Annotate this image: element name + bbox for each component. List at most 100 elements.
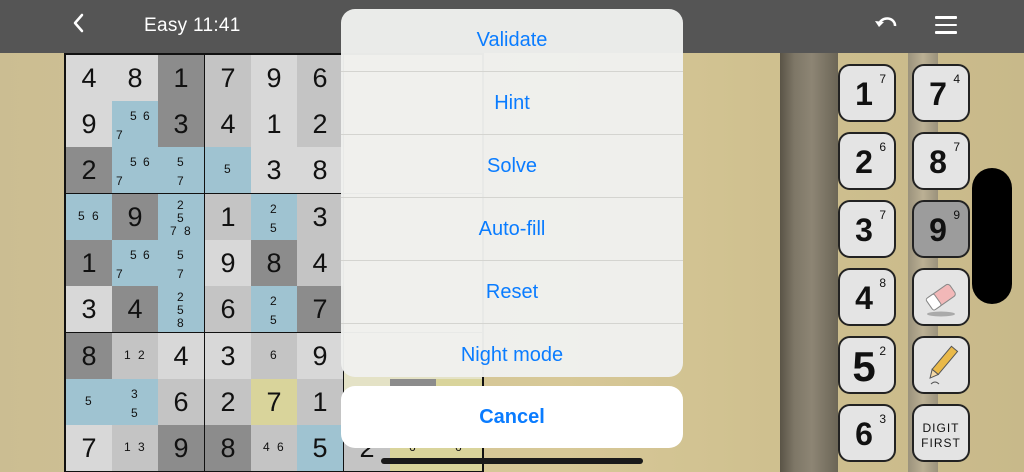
cell-value: 7 [266,387,282,417]
digit-remaining-count: 2 [879,344,886,358]
sudoku-cell[interactable]: 9 [158,425,204,471]
sudoku-cell[interactable]: 1 [251,101,297,147]
menu-item-solve[interactable]: Solve [341,135,683,198]
sudoku-cell[interactable]: 3 [297,194,343,240]
action-sheet: Validate Hint Solve Auto-fill Reset Night mod… [341,9,683,377]
pencil-mark: 5 [131,406,138,420]
digit-button-9[interactable]: 99 [912,200,970,258]
digit-button-4[interactable]: 48 [838,268,896,326]
digit-button-8[interactable]: 87 [912,132,970,190]
sudoku-cell[interactable]: 8 [205,425,251,471]
sudoku-cell[interactable]: 4 [66,55,112,101]
menu-item-validate[interactable]: Validate [341,9,683,72]
sudoku-cell[interactable]: 7 [251,379,297,425]
sudoku-cell[interactable]: 2 [205,379,251,425]
sudoku-cell[interactable]: 13 [112,425,158,471]
sudoku-cell[interactable]: 6 [251,333,297,379]
sudoku-cell[interactable]: 1 [158,55,204,101]
cancel-button[interactable]: Cancel [341,386,683,448]
sudoku-cell[interactable]: 56 [66,194,112,240]
cell-value: 8 [266,248,282,278]
digit-first-label: DIGIT FIRST [921,421,961,450]
sudoku-cell[interactable]: 7 [205,55,251,101]
digit-button-6[interactable]: 63 [838,404,896,462]
sudoku-cell[interactable]: 1 [297,379,343,425]
cell-value: 3 [220,341,236,371]
cell-value: 8 [312,155,328,185]
menu-item-auto-fill[interactable]: Auto-fill [341,198,683,261]
cell-value: 9 [266,63,282,93]
eraser-button[interactable] [912,268,970,326]
sudoku-cell[interactable]: 8 [112,55,158,101]
sudoku-cell[interactable]: 56 7 [112,147,158,193]
sudoku-cell[interactable]: 4 [112,286,158,332]
sudoku-cell[interactable]: 3 [158,101,204,147]
sudoku-cell[interactable]: 25 [251,194,297,240]
sudoku-cell[interactable]: 4 [158,333,204,379]
sudoku-cell[interactable]: 1 [205,194,251,240]
undo-button[interactable] [874,12,900,38]
sudoku-cell[interactable]: 9 [66,101,112,147]
sudoku-cell[interactable]: 5 [66,379,112,425]
digit-first-button[interactable]: DIGIT FIRST [912,404,970,462]
sudoku-cell[interactable]: 35 [112,379,158,425]
sudoku-cell[interactable]: 1 [66,240,112,286]
sudoku-cell[interactable]: 8 [66,333,112,379]
sudoku-cell[interactable]: 5 [205,147,251,193]
sudoku-cell[interactable]: 7 [66,425,112,471]
sudoku-cell[interactable]: 9 [297,333,343,379]
sudoku-cell[interactable]: 25 [251,286,297,332]
sudoku-cell[interactable]: 2 [297,101,343,147]
menu-item-night-mode[interactable]: Night mode [341,324,683,377]
cell-value: 4 [127,294,143,324]
sudoku-cell[interactable]: 56 7 [112,240,158,286]
pencil-mark: 2 [270,294,277,308]
menu-item-hint[interactable]: Hint [341,72,683,135]
digit-remaining-count: 4 [953,72,960,86]
sudoku-cell[interactable]: 9 [112,194,158,240]
sudoku-cell[interactable]: 3 [66,286,112,332]
sudoku-cell[interactable]: 4 [205,101,251,147]
sudoku-cell[interactable]: 8 [251,240,297,286]
sudoku-cell[interactable]: 6 [158,379,204,425]
sudoku-cell[interactable]: 258 [158,286,204,332]
pencil-mark: 6 [143,155,150,169]
digit-button-5[interactable]: 52 [838,336,896,394]
sudoku-cell[interactable]: 7 [297,286,343,332]
pencil-mark: 4 [263,440,270,454]
sudoku-cell[interactable]: 12 [112,333,158,379]
back-button[interactable] [70,11,86,41]
digit-button-7[interactable]: 74 [912,64,970,122]
pencil-mark: 6 [270,348,277,362]
digit-button-2[interactable]: 26 [838,132,896,190]
sudoku-cell[interactable]: 8 [297,147,343,193]
sudoku-cell[interactable]: 6 [205,286,251,332]
digit-button-1[interactable]: 17 [838,64,896,122]
sudoku-cell[interactable]: 9 [251,55,297,101]
digit-remaining-count: 7 [879,208,886,222]
cell-value: 9 [220,248,236,278]
sudoku-cell[interactable]: 46 [251,425,297,471]
sudoku-cell[interactable]: 4 [297,240,343,286]
pencil-mode-button[interactable] [912,336,970,394]
menu-button[interactable] [935,16,957,34]
sudoku-cell[interactable]: 2578 [158,194,204,240]
undo-icon [875,17,897,27]
cell-value: 6 [173,387,189,417]
pencil-mark: 3 [138,440,145,454]
sudoku-cell[interactable]: 6 [297,55,343,101]
sudoku-cell[interactable]: 3 [251,147,297,193]
sudoku-cell[interactable]: 5 [297,425,343,471]
sudoku-cell[interactable]: 9 [205,240,251,286]
sidebar-handle[interactable] [972,168,1012,304]
sudoku-cell[interactable]: 57 [158,240,204,286]
menu-item-reset[interactable]: Reset [341,261,683,324]
pencil-mark: 6 [143,248,150,262]
sudoku-cell[interactable]: 57 [158,147,204,193]
pencil-mark: 2 [270,202,277,216]
cell-value: 7 [312,294,328,324]
sudoku-cell[interactable]: 56 7 [112,101,158,147]
sudoku-cell[interactable]: 3 [205,333,251,379]
digit-button-3[interactable]: 37 [838,200,896,258]
sudoku-cell[interactable]: 2 [66,147,112,193]
